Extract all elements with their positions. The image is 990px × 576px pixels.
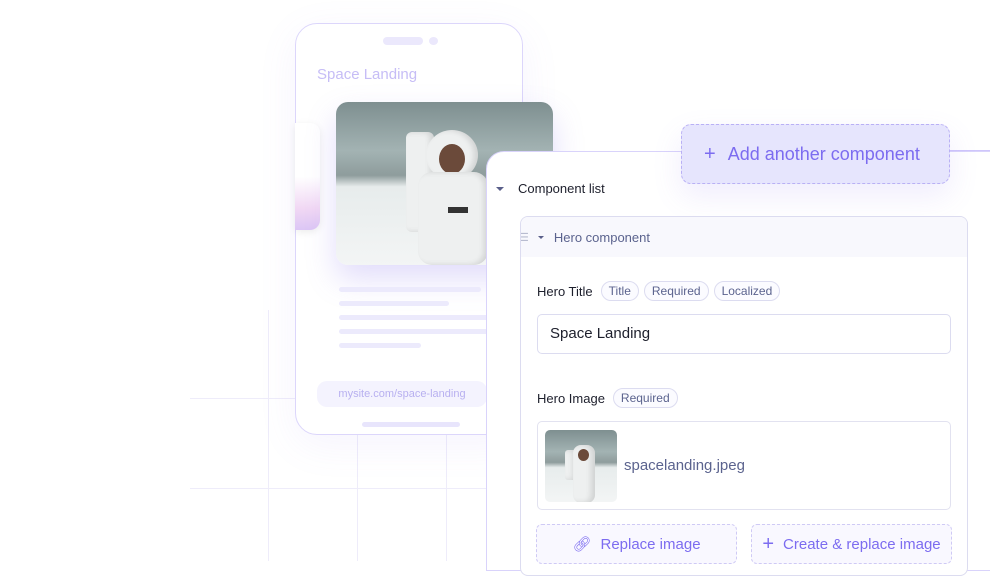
preview-url: mysite.com/space-landing (317, 381, 487, 407)
text-placeholder (339, 301, 449, 306)
hero-title-label: Hero Title (537, 283, 593, 299)
home-indicator (362, 422, 460, 427)
replace-image-label: Replace image (600, 535, 701, 553)
text-placeholder (339, 329, 489, 334)
create-replace-image-button[interactable]: + Create & replace image (751, 524, 952, 564)
grid-line (357, 430, 358, 561)
hero-component-label: Hero component (553, 229, 650, 245)
tag-localized: Localized (713, 281, 781, 301)
preview-title: Space Landing (317, 66, 418, 83)
image-filename: spacelanding.jpeg (624, 457, 745, 474)
create-replace-label: Create & replace image (783, 535, 941, 553)
side-card (295, 123, 320, 230)
phone-notch (383, 37, 423, 45)
plus-icon: + (762, 532, 775, 555)
grid-line (190, 398, 300, 399)
drag-handle-icon[interactable]: ☰ (521, 231, 529, 244)
hero-component-header[interactable]: ☰ Hero component (521, 217, 967, 257)
tag-required: Required (612, 388, 678, 408)
image-thumbnail (545, 430, 617, 502)
plus-icon: + (704, 142, 716, 165)
hero-image-label: Hero Image (537, 390, 605, 406)
phone-camera (429, 37, 438, 45)
add-component-button[interactable]: + Add another component (681, 124, 950, 184)
add-component-label: Add another component (727, 143, 920, 164)
replace-image-button[interactable]: 🔗︎ Replace image (536, 524, 737, 564)
grid-line (190, 488, 490, 489)
hero-title-label-row: Hero Title Title Required Localized (537, 281, 781, 301)
component-list-toggle[interactable]: Component list (496, 181, 605, 196)
text-placeholder (339, 287, 481, 292)
grid-line (268, 310, 269, 561)
tag-required: Required (643, 281, 709, 301)
hero-title-input[interactable]: Space Landing (537, 314, 951, 354)
caret-down-icon (496, 186, 504, 191)
link-icon: 🔗︎ (572, 536, 592, 553)
hero-image-label-row: Hero Image Required (537, 388, 678, 408)
caret-down-icon (537, 235, 544, 239)
component-list-label: Component list (518, 181, 605, 196)
tag-title: Title (600, 281, 639, 301)
text-placeholder (339, 315, 489, 320)
grid-line (446, 430, 447, 561)
text-placeholder (339, 343, 421, 348)
